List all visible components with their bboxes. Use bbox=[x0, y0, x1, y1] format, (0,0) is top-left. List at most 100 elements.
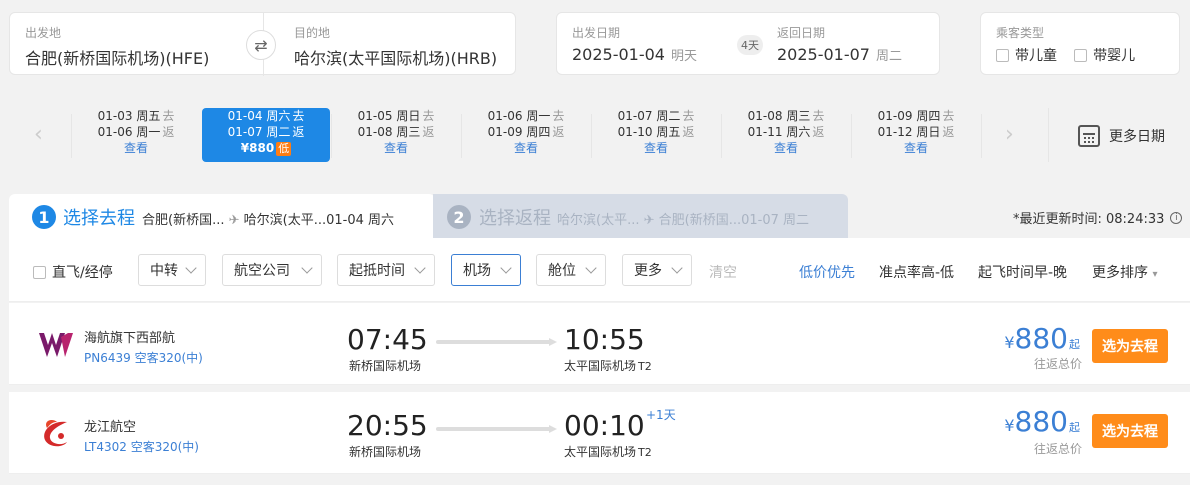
strip-divider bbox=[1048, 108, 1049, 162]
price-suffix: 起 bbox=[1069, 338, 1080, 351]
view-link[interactable]: 查看 bbox=[852, 140, 980, 156]
view-link[interactable]: 查看 bbox=[722, 140, 850, 156]
airport-filter[interactable]: 机场 bbox=[451, 254, 521, 286]
step2-number: 2 bbox=[447, 205, 471, 229]
transfer-label: 中转 bbox=[150, 263, 178, 279]
sort-departure[interactable]: 起飞时间早-晚 bbox=[978, 262, 1067, 282]
sort-more[interactable]: 更多排序 ▾ bbox=[1092, 262, 1157, 282]
passenger-field: 乘客类型 带儿童 带婴儿 bbox=[996, 24, 1147, 66]
trip-days-badge: 4天 bbox=[737, 35, 763, 55]
passenger-card: 乘客类型 带儿童 带婴儿 bbox=[980, 12, 1180, 75]
price-value: 880 bbox=[1014, 405, 1068, 438]
tab-return[interactable]: 2 选择返程 哈尔滨(太平... ✈ 合肥(新桥国...01-07 周二 bbox=[433, 194, 848, 238]
select-outbound-button[interactable]: 选为去程 bbox=[1092, 329, 1168, 363]
date-return: 01-12 周日 bbox=[877, 125, 941, 139]
arrival-time: 10:55 bbox=[564, 323, 645, 356]
clear-button[interactable]: 清空 bbox=[709, 262, 737, 282]
date-card: 出发日期 2025-01-04 明天 4天 返回日期 2025-01-07 周二 bbox=[556, 12, 940, 75]
prev-dates-icon[interactable]: ‹ bbox=[34, 122, 43, 147]
last-update: *最近更新时间: 08:24:33 i bbox=[1013, 208, 1183, 227]
cabin-filter[interactable]: 舱位 bbox=[536, 254, 606, 286]
chevron-down-icon bbox=[585, 262, 597, 274]
swap-icon[interactable]: ⇄ bbox=[246, 30, 276, 60]
info-icon[interactable]: i bbox=[1170, 211, 1183, 224]
chevron-down-icon bbox=[500, 262, 512, 274]
child-checkbox-box[interactable] bbox=[996, 48, 1009, 62]
next-dates-icon[interactable]: › bbox=[1005, 122, 1014, 147]
more-dates-label: 更多日期 bbox=[1109, 129, 1165, 145]
go-tag: 去 bbox=[942, 109, 955, 123]
go-tag: 去 bbox=[292, 109, 305, 123]
from-field[interactable]: 出发地 合肥(新桥国际机场)(HFE) bbox=[25, 24, 209, 69]
go-tag: 去 bbox=[552, 109, 565, 123]
step1-origin: 合肥(新桥国... bbox=[142, 213, 225, 228]
date-cell-selected[interactable]: 01-04 周六去 01-07 周二返 ¥880 低 bbox=[202, 108, 330, 162]
date-cell[interactable]: 01-07 周二去 01-10 周五返 查看 bbox=[592, 108, 720, 162]
view-link[interactable]: 查看 bbox=[332, 140, 460, 156]
view-link[interactable]: 查看 bbox=[462, 140, 590, 156]
price-note: 往返总价 bbox=[1033, 442, 1082, 456]
date-return: 01-06 周一 bbox=[97, 125, 161, 139]
chevron-down-icon bbox=[671, 262, 683, 274]
price-suffix: 起 bbox=[1069, 421, 1080, 434]
view-link[interactable]: 查看 bbox=[72, 140, 200, 156]
date-cell[interactable]: 01-06 周一去 01-09 周四返 查看 bbox=[462, 108, 590, 162]
route-card: 出发地 合肥(新桥国际机场)(HFE) ⇄ 目的地 哈尔滨(太平国际机场)(HR… bbox=[9, 12, 516, 76]
step2-origin: 哈尔滨(太平... bbox=[557, 213, 640, 228]
tab-outbound[interactable]: 1 选择去程 合肥(新桥国... ✈ 哈尔滨(太平...01-04 周六 bbox=[9, 194, 435, 240]
date-cell[interactable]: 01-09 周四去 01-12 周日返 查看 bbox=[852, 108, 980, 162]
step1-route: 合肥(新桥国... ✈ 哈尔滨(太平...01-04 周六 bbox=[142, 209, 394, 228]
return-tag: 返 bbox=[422, 125, 435, 139]
return-date-field[interactable]: 返回日期 2025-01-07 周二 bbox=[777, 24, 902, 64]
date-return: 01-11 周六 bbox=[747, 125, 811, 139]
departure-airport: 新桥国际机场 bbox=[349, 445, 422, 459]
plane-icon: ✈ bbox=[228, 213, 240, 228]
date-return: 01-08 周三 bbox=[357, 125, 421, 139]
more-filter[interactable]: 更多 bbox=[622, 254, 692, 286]
flight-number[interactable]: LT4302 空客320(中) bbox=[84, 438, 199, 455]
date-return: 01-07 周二 bbox=[227, 125, 291, 139]
chevron-down-icon bbox=[414, 262, 426, 274]
date-strip: ‹ 01-03 周五去 01-06 周一返 查看 01-04 周六去 01-07… bbox=[0, 98, 1190, 178]
depart-date[interactable]: 2025-01-04 bbox=[572, 45, 665, 64]
date-cell[interactable]: 01-03 周五去 01-06 周一返 查看 bbox=[72, 108, 200, 162]
direct-checkbox-box[interactable] bbox=[33, 265, 46, 279]
return-tag: 返 bbox=[162, 125, 175, 139]
depart-date-field[interactable]: 出发日期 2025-01-04 明天 bbox=[572, 24, 697, 64]
view-link[interactable]: 查看 bbox=[592, 140, 720, 156]
child-checkbox[interactable]: 带儿童 bbox=[996, 45, 1057, 65]
update-time: *最近更新时间: 08:24:33 bbox=[1013, 212, 1165, 227]
time-filter[interactable]: 起抵时间 bbox=[337, 254, 435, 286]
step1-title: 选择去程 bbox=[63, 208, 135, 229]
date-cell[interactable]: 01-05 周日去 01-08 周三返 查看 bbox=[332, 108, 460, 162]
plus-day-badge: +1天 bbox=[646, 408, 676, 422]
step2-title: 选择返程 bbox=[479, 208, 551, 229]
infant-checkbox[interactable]: 带婴儿 bbox=[1074, 45, 1135, 65]
arrival-airport-name: 太平国际机场 bbox=[564, 359, 637, 373]
select-outbound-button[interactable]: 选为去程 bbox=[1092, 414, 1168, 448]
flight-number[interactable]: PN6439 空客320(中) bbox=[84, 349, 203, 366]
sort-low-price[interactable]: 低价优先 bbox=[799, 262, 855, 282]
airport-label: 机场 bbox=[463, 263, 491, 279]
date-go: 01-06 周一 bbox=[487, 109, 551, 123]
sort-ontime[interactable]: 准点率高-低 bbox=[879, 262, 954, 282]
airline-filter[interactable]: 航空公司 bbox=[222, 254, 322, 286]
return-tag: 返 bbox=[812, 125, 825, 139]
more-dates-button[interactable]: 更多日期 bbox=[1078, 125, 1165, 147]
low-price-badge: 低 bbox=[276, 142, 292, 156]
return-day: 周二 bbox=[875, 49, 902, 64]
return-tag: 返 bbox=[942, 125, 955, 139]
flight-path-line bbox=[436, 425, 557, 433]
from-value[interactable]: 合肥(新桥国际机场)(HFE) bbox=[25, 49, 209, 68]
sort-more-label: 更多排序 bbox=[1092, 265, 1148, 281]
infant-checkbox-box[interactable] bbox=[1074, 48, 1088, 62]
departure-time: 07:45 bbox=[347, 323, 428, 356]
to-value[interactable]: 哈尔滨(太平国际机场)(HRB) bbox=[294, 49, 497, 68]
go-tag: 去 bbox=[812, 109, 825, 123]
direct-checkbox[interactable]: 直飞/经停 bbox=[33, 262, 113, 282]
transfer-filter[interactable]: 中转 bbox=[138, 254, 206, 286]
return-date[interactable]: 2025-01-07 bbox=[777, 45, 870, 64]
date-cell[interactable]: 01-08 周三去 01-11 周六返 查看 bbox=[722, 108, 850, 162]
date-go: 01-08 周三 bbox=[747, 109, 811, 123]
to-field[interactable]: 目的地 哈尔滨(太平国际机场)(HRB) bbox=[294, 24, 497, 69]
